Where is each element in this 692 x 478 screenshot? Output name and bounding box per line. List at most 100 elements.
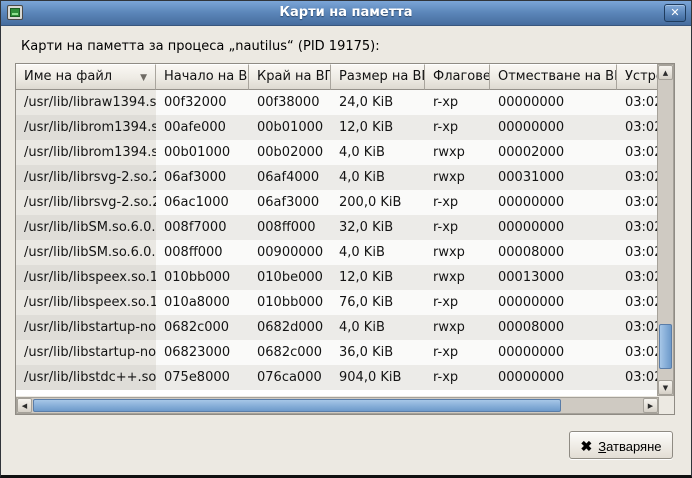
cell-offset: 00013000 — [490, 265, 617, 290]
cell-device: 03:02 — [617, 265, 657, 290]
cell-start: 075e8000 — [156, 365, 249, 390]
table-body: /usr/lib/libraw1394.so00f3200000f3800024… — [16, 90, 657, 390]
cell-flags: r-xp — [425, 290, 490, 315]
cell-offset: 00008000 — [490, 315, 617, 340]
cell-size: 24,0 KiB — [331, 90, 425, 115]
cell-start: 06ac1000 — [156, 190, 249, 215]
cell-device: 03:02 — [617, 215, 657, 240]
cell-flags: rwxp — [425, 265, 490, 290]
cell-end: 076ca000 — [249, 365, 331, 390]
cell-start: 00f32000 — [156, 90, 249, 115]
cell-flags: rwxp — [425, 315, 490, 340]
column-header-2[interactable]: Край на ВП — [249, 64, 331, 90]
cell-file: /usr/lib/librsvg-2.so.2 — [16, 165, 156, 190]
cell-start: 00b01000 — [156, 140, 249, 165]
cell-file: /usr/lib/libstdc++.so. — [16, 365, 156, 390]
cell-file: /usr/lib/libraw1394.so — [16, 90, 156, 115]
cell-file: /usr/lib/librom1394.so — [16, 115, 156, 140]
table-row[interactable]: /usr/lib/librsvg-2.so.206ac100006af30002… — [16, 190, 657, 215]
cell-device: 03:02 — [617, 165, 657, 190]
cell-offset: 00000000 — [490, 290, 617, 315]
cell-flags: rwxp — [425, 165, 490, 190]
vertical-scrollbar[interactable]: ▲ ▼ — [657, 64, 674, 396]
table-row[interactable]: /usr/lib/librom1394.so00b0100000b020004,… — [16, 140, 657, 165]
cell-offset: 00000000 — [490, 90, 617, 115]
cell-flags: r-xp — [425, 90, 490, 115]
cell-start: 0682c000 — [156, 315, 249, 340]
cell-size: 36,0 KiB — [331, 340, 425, 365]
cell-file: /usr/lib/libspeex.so.1 — [16, 265, 156, 290]
cell-file: /usr/lib/librsvg-2.so.2 — [16, 190, 156, 215]
cell-start: 008ff000 — [156, 240, 249, 265]
cell-offset: 00000000 — [490, 215, 617, 240]
column-header-0[interactable]: Име на файл▼ — [16, 64, 156, 90]
table-row[interactable]: /usr/lib/libstartup-not0682c0000682d0004… — [16, 315, 657, 340]
cell-start: 06af3000 — [156, 165, 249, 190]
cell-size: 904,0 KiB — [331, 365, 425, 390]
table-row[interactable]: /usr/lib/libspeex.so.1010bb000010be00012… — [16, 265, 657, 290]
close-button[interactable]: ✖Затваряне — [569, 431, 673, 459]
table-row[interactable]: /usr/lib/libraw1394.so00f3200000f3800024… — [16, 90, 657, 115]
column-header-6[interactable]: Устройство — [617, 64, 657, 90]
titlebar[interactable]: Карти на паметта ✕ — [1, 1, 691, 26]
cell-size: 32,0 KiB — [331, 215, 425, 240]
cell-file: /usr/lib/libstartup-not — [16, 340, 156, 365]
cell-offset: 00000000 — [490, 115, 617, 140]
horizontal-scrollbar[interactable]: ◀ ▶ — [16, 397, 659, 414]
column-header-5[interactable]: Отместване на ВП — [490, 64, 617, 90]
cell-flags: r-xp — [425, 215, 490, 240]
process-maps-label: Карти на паметта за процеса „nautilus“ (… — [21, 39, 380, 54]
cell-offset: 00000000 — [490, 340, 617, 365]
cell-flags: rwxp — [425, 140, 490, 165]
cell-offset: 00031000 — [490, 165, 617, 190]
cell-end: 0682c000 — [249, 340, 331, 365]
cell-size: 76,0 KiB — [331, 290, 425, 315]
memory-maps-table: Име на файл▼Начало на ВПКрай на ВПРазмер… — [16, 64, 657, 396]
scroll-up-icon[interactable]: ▲ — [658, 65, 673, 80]
cell-device: 03:02 — [617, 290, 657, 315]
close-x-icon: ✖ — [580, 438, 592, 454]
cell-size: 12,0 KiB — [331, 265, 425, 290]
window-title: Карти на паметта — [1, 5, 691, 20]
table-row[interactable]: /usr/lib/libSM.so.6.0.0008f7000008ff0003… — [16, 215, 657, 240]
cell-device: 03:02 — [617, 90, 657, 115]
cell-device: 03:02 — [617, 365, 657, 390]
table-row[interactable]: /usr/lib/libstartup-not068230000682c0003… — [16, 340, 657, 365]
table-header-row: Име на файл▼Начало на ВПКрай на ВПРазмер… — [16, 64, 657, 90]
cell-device: 03:02 — [617, 190, 657, 215]
cell-size: 4,0 KiB — [331, 240, 425, 265]
cell-end: 00b01000 — [249, 115, 331, 140]
cell-size: 12,0 KiB — [331, 115, 425, 140]
cell-end: 00f38000 — [249, 90, 331, 115]
cell-file: /usr/lib/libSM.so.6.0.0 — [16, 215, 156, 240]
cell-file: /usr/lib/libSM.so.6.0.0 — [16, 240, 156, 265]
cell-size: 4,0 KiB — [331, 140, 425, 165]
cell-start: 008f7000 — [156, 215, 249, 240]
cell-end: 00b02000 — [249, 140, 331, 165]
cell-flags: r-xp — [425, 115, 490, 140]
table-row[interactable]: /usr/lib/libspeex.so.1010a8000010bb00076… — [16, 290, 657, 315]
table-row[interactable]: /usr/lib/librom1394.so00afe00000b0100012… — [16, 115, 657, 140]
table-row[interactable]: /usr/lib/libSM.so.6.0.0008ff000009000004… — [16, 240, 657, 265]
cell-flags: r-xp — [425, 190, 490, 215]
horizontal-scrollbar-thumb[interactable] — [33, 399, 561, 412]
scroll-left-icon[interactable]: ◀ — [17, 398, 32, 413]
cell-end: 0682d000 — [249, 315, 331, 340]
cell-flags: rwxp — [425, 240, 490, 265]
scroll-down-icon[interactable]: ▼ — [658, 380, 673, 395]
column-header-4[interactable]: Флагове — [425, 64, 490, 90]
scroll-right-icon[interactable]: ▶ — [643, 398, 658, 413]
cell-flags: r-xp — [425, 365, 490, 390]
table-row[interactable]: /usr/lib/librsvg-2.so.206af300006af40004… — [16, 165, 657, 190]
table-row[interactable]: /usr/lib/libstdc++.so.075e8000076ca00090… — [16, 365, 657, 390]
cell-end: 010be000 — [249, 265, 331, 290]
cell-file: /usr/lib/libstartup-not — [16, 315, 156, 340]
column-header-1[interactable]: Начало на ВП — [156, 64, 249, 90]
cell-device: 03:02 — [617, 340, 657, 365]
column-header-3[interactable]: Размер на ВП — [331, 64, 425, 90]
window-close-icon[interactable]: ✕ — [664, 4, 686, 22]
cell-offset: 00000000 — [490, 365, 617, 390]
sort-indicator-icon: ▼ — [140, 65, 147, 90]
cell-flags: r-xp — [425, 340, 490, 365]
vertical-scrollbar-thumb[interactable] — [659, 324, 672, 369]
